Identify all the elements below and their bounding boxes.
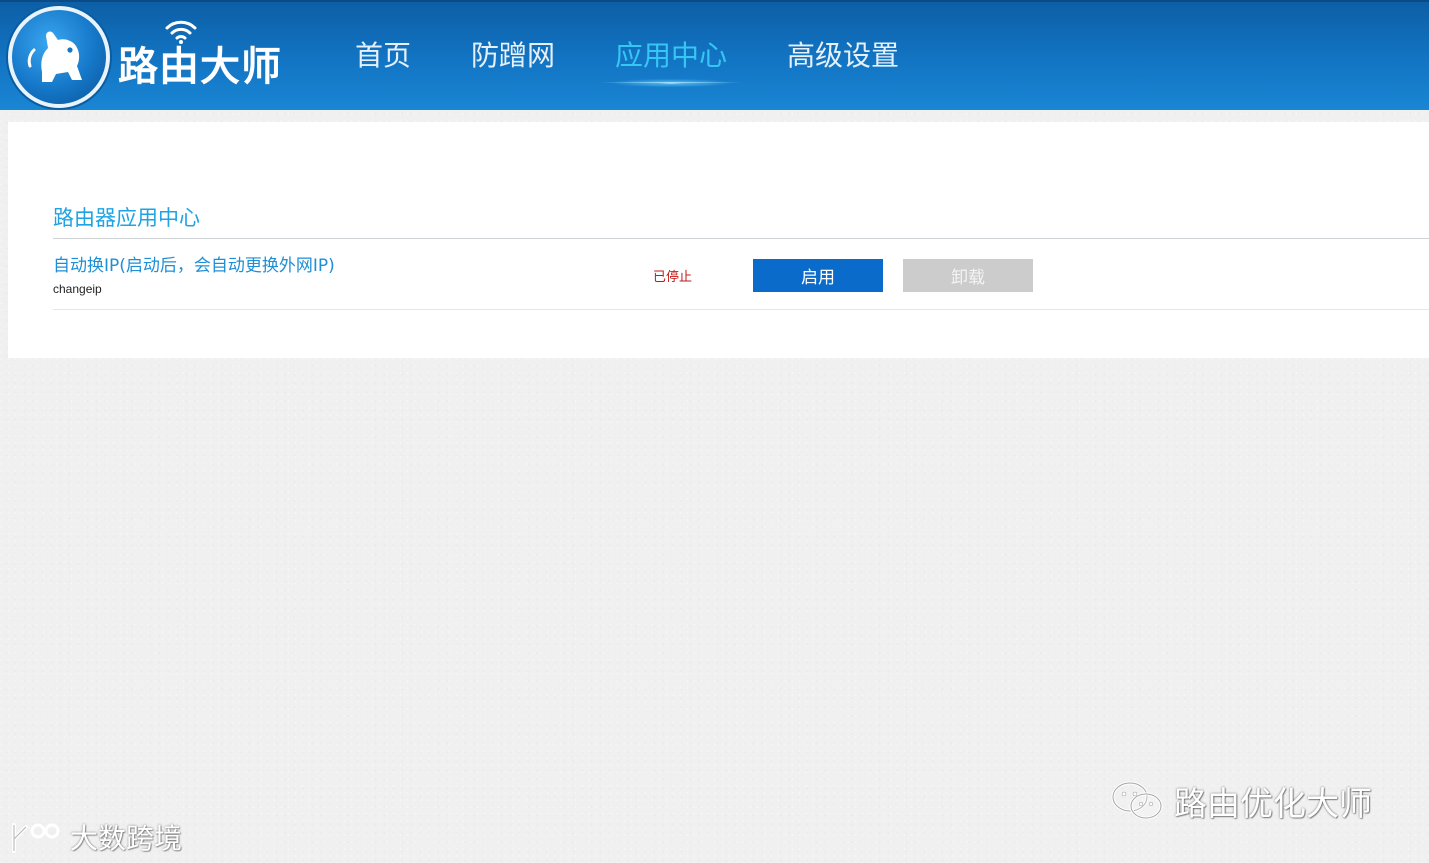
- app-status: 已停止: [653, 270, 693, 285]
- nav-home-label: 首页: [355, 39, 412, 72]
- nav-anti-leech[interactable]: 防蹭网: [441, 2, 585, 110]
- main-nav: 首页 防蹭网 应用中心 高级设置: [325, 2, 929, 110]
- title-divider: [53, 238, 1429, 239]
- logo[interactable]: 路由大师: [8, 6, 308, 110]
- app-center-panel: 路由器应用中心 自动换IP(启动后，会自动更换外网IP) changeip 已停…: [8, 122, 1429, 358]
- nav-advanced-settings[interactable]: 高级设置: [757, 2, 929, 110]
- nav-app-center[interactable]: 应用中心: [585, 2, 757, 110]
- wechat-icon: [1111, 781, 1163, 820]
- brand-icon: [12, 823, 60, 853]
- app-name: 自动换IP(启动后，会自动更换外网IP): [53, 256, 335, 276]
- nav-advanced-settings-label: 高级设置: [787, 39, 900, 72]
- row-divider: [53, 309, 1429, 310]
- logo-text: 路由大师: [118, 44, 282, 90]
- watermark-left-text: 大数跨境: [70, 822, 183, 855]
- page-title: 路由器应用中心: [53, 206, 200, 230]
- nav-app-center-label: 应用中心: [615, 39, 728, 72]
- active-indicator: [599, 78, 744, 88]
- dog-logo-icon: [8, 6, 110, 108]
- nav-home[interactable]: 首页: [325, 2, 441, 110]
- top-header: 路由大师 首页 防蹭网 应用中心 高级设置: [0, 0, 1429, 110]
- uninstall-button-label: 卸载: [951, 268, 985, 288]
- app-id: changeip: [53, 282, 102, 296]
- watermark-right: 路由优化大师: [1110, 778, 1372, 824]
- enable-button-label: 启用: [801, 268, 835, 288]
- watermark-right-text: 路由优化大师: [1174, 784, 1372, 823]
- watermark-left: 大数跨境: [8, 816, 182, 858]
- enable-button[interactable]: 启用: [753, 259, 883, 292]
- nav-anti-leech-label: 防蹭网: [471, 39, 556, 72]
- uninstall-button[interactable]: 卸载: [903, 259, 1033, 292]
